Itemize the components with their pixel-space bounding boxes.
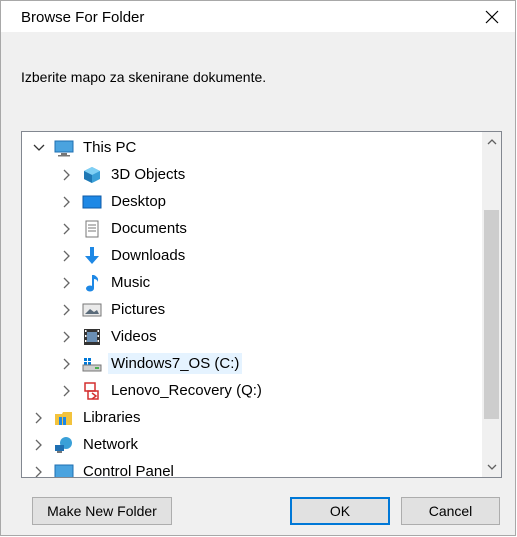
tree-item-lenovo-recovery[interactable]: Lenovo_Recovery (Q:) <box>60 377 265 404</box>
drive-icon <box>82 357 102 371</box>
chevron-right-icon[interactable] <box>60 384 74 398</box>
tree-item-network[interactable]: Network <box>32 431 141 458</box>
documents-icon <box>85 220 99 237</box>
videos-icon <box>84 328 100 345</box>
folder-tree-list: This PC 3D Objects Desktop Documents Dow… <box>22 132 482 477</box>
folder-tree[interactable]: This PC 3D Objects Desktop Documents Dow… <box>21 131 502 478</box>
pictures-icon <box>82 303 102 316</box>
tree-item-label: 3D Objects <box>111 166 186 183</box>
chevron-up-icon <box>487 139 496 145</box>
tree-item-documents[interactable]: Documents <box>60 215 190 242</box>
ok-button[interactable]: OK <box>290 497 390 525</box>
tree-item-label: Pictures <box>111 301 166 318</box>
tree-item-label: Music <box>111 274 151 291</box>
tree-item-3d-objects[interactable]: 3D Objects <box>60 161 188 188</box>
chevron-right-icon[interactable] <box>60 330 74 344</box>
scroll-down-button[interactable] <box>482 457 501 477</box>
tree-item-libraries[interactable]: Libraries <box>32 404 144 431</box>
downloads-icon <box>85 246 99 264</box>
tree-item-desktop[interactable]: Desktop <box>60 188 169 215</box>
chevron-right-icon[interactable] <box>32 438 46 452</box>
control-panel-icon <box>54 464 74 477</box>
make-new-folder-button[interactable]: Make New Folder <box>32 497 172 525</box>
make-new-folder-label: Make New Folder <box>47 503 157 519</box>
network-icon <box>55 436 72 453</box>
cancel-button[interactable]: Cancel <box>401 497 500 525</box>
tree-item-label: This PC <box>83 139 137 156</box>
recovery-drive-icon <box>84 381 99 400</box>
tree-item-label: Network <box>83 436 139 453</box>
tree-item-label: Lenovo_Recovery (Q:) <box>111 382 262 399</box>
chevron-right-icon[interactable] <box>32 465 46 478</box>
vertical-scrollbar[interactable] <box>482 132 501 477</box>
libraries-icon <box>55 411 72 425</box>
chevron-down-icon[interactable] <box>32 141 46 155</box>
tree-item-downloads[interactable]: Downloads <box>60 242 188 269</box>
browse-for-folder-dialog: Browse For Folder Izberite mapo za skeni… <box>0 0 516 536</box>
computer-icon <box>54 140 74 156</box>
instruction-text: Izberite mapo za skenirane dokumente. <box>21 69 267 85</box>
desktop-icon <box>82 195 102 208</box>
close-icon <box>485 10 499 23</box>
cancel-label: Cancel <box>428 503 473 519</box>
tree-item-label: Downloads <box>111 247 186 264</box>
tree-item-label: Control Panel <box>83 463 174 477</box>
chevron-right-icon[interactable] <box>60 222 74 236</box>
ok-label: OK <box>329 503 351 519</box>
chevron-right-icon[interactable] <box>60 168 74 182</box>
chevron-right-icon[interactable] <box>60 276 74 290</box>
tree-item-label: Windows7_OS (C:) <box>108 353 243 374</box>
chevron-right-icon[interactable] <box>60 357 74 371</box>
tree-item-label: Libraries <box>83 409 141 426</box>
tree-item-label: Desktop <box>111 193 167 210</box>
tree-item-windows7-os[interactable]: Windows7_OS (C:) <box>60 350 243 377</box>
tree-item-this-pc[interactable]: This PC <box>32 134 139 161</box>
tree-item-label: Documents <box>111 220 187 237</box>
chevron-right-icon[interactable] <box>60 195 74 209</box>
chevron-right-icon[interactable] <box>60 303 74 317</box>
tree-item-music[interactable]: Music <box>60 269 153 296</box>
music-icon <box>86 274 99 291</box>
tree-item-label: Videos <box>111 328 157 345</box>
3d-objects-icon <box>84 166 100 183</box>
scroll-up-button[interactable] <box>482 132 501 152</box>
close-button[interactable] <box>469 1 515 32</box>
window-title: Browse For Folder <box>21 9 145 26</box>
tree-item-pictures[interactable]: Pictures <box>60 296 168 323</box>
chevron-down-icon <box>487 464 496 470</box>
tree-item-videos[interactable]: Videos <box>60 323 160 350</box>
chevron-right-icon[interactable] <box>60 249 74 263</box>
chevron-right-icon[interactable] <box>32 411 46 425</box>
scroll-thumb[interactable] <box>484 210 499 419</box>
tree-item-control-panel[interactable]: Control Panel <box>32 458 177 477</box>
title-bar: Browse For Folder <box>1 1 515 32</box>
